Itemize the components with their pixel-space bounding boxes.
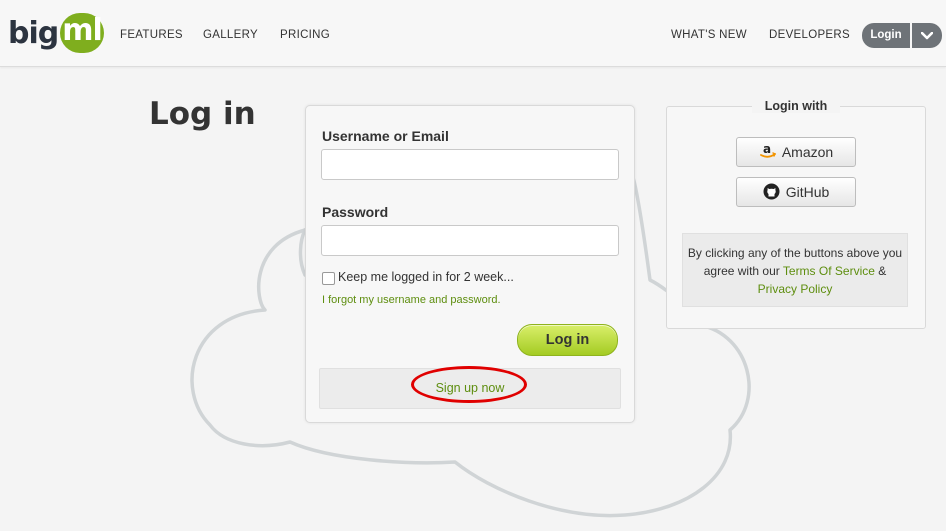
nav-pricing[interactable]: PRICING bbox=[280, 29, 330, 41]
amazon-login-button[interactable]: a Amazon bbox=[736, 137, 856, 167]
password-input[interactable] bbox=[321, 225, 619, 256]
nav-developers[interactable]: DEVELOPERS bbox=[769, 29, 850, 41]
forgot-credentials-link[interactable]: I forgot my username and password. bbox=[322, 294, 501, 306]
github-login-label: GitHub bbox=[785, 184, 830, 200]
keep-logged-in-checkbox[interactable] bbox=[322, 272, 335, 285]
keep-logged-in-label[interactable]: Keep me logged in for 2 week... bbox=[338, 270, 514, 284]
amazon-icon: a bbox=[759, 138, 777, 166]
signup-link[interactable]: Sign up now bbox=[320, 381, 620, 395]
logo-ml-badge: ml bbox=[60, 13, 104, 53]
nav-login-dropdown-button[interactable] bbox=[912, 23, 942, 48]
privacy-policy-link[interactable]: Privacy Policy bbox=[758, 282, 833, 296]
nav-gallery[interactable]: GALLERY bbox=[203, 29, 258, 41]
amazon-login-label: Amazon bbox=[781, 144, 834, 160]
terms-notice: By clicking any of the buttons above you… bbox=[682, 233, 908, 307]
username-input[interactable] bbox=[321, 149, 619, 180]
terms-and: & bbox=[878, 264, 887, 278]
password-label: Password bbox=[322, 204, 389, 220]
nav-login-button[interactable]: Login bbox=[862, 23, 910, 48]
login-submit-button[interactable]: Log in bbox=[517, 324, 618, 356]
signup-bar: Sign up now bbox=[319, 366, 621, 409]
github-login-button[interactable]: GitHub bbox=[736, 177, 856, 207]
login-with-panel: Login with a Amazon GitHub By clicking a… bbox=[666, 99, 926, 329]
login-with-title: Login with bbox=[752, 99, 840, 113]
terms-of-service-link[interactable]: Terms Of Service bbox=[783, 264, 875, 278]
username-label: Username or Email bbox=[322, 128, 449, 144]
login-form-card: Username or Email Password Keep me logge… bbox=[305, 105, 635, 423]
chevron-down-icon bbox=[920, 31, 934, 40]
nav-features[interactable]: FEATURES bbox=[120, 29, 183, 41]
logo-big-text: big bbox=[8, 16, 59, 51]
nav-whats-new[interactable]: WHAT'S NEW bbox=[671, 29, 747, 41]
svg-text:a: a bbox=[763, 142, 771, 156]
page-title: Log in bbox=[149, 96, 256, 132]
github-icon bbox=[763, 178, 781, 206]
top-nav: big ml FEATURES GALLERY PRICING WHAT'S N… bbox=[0, 0, 946, 67]
